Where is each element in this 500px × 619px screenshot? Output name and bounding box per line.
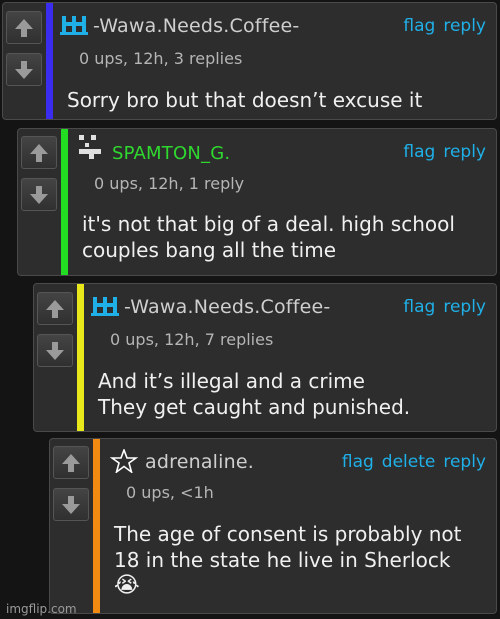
thread-depth-bar: [61, 129, 68, 275]
arrow-up-icon: [30, 143, 48, 162]
body-line: it's not that big of a deal. high school: [82, 212, 455, 236]
comment-body: Sorry bro but that doesn’t excuse it: [67, 87, 422, 113]
comment-meta: 0 ups, 12h, 1 reply: [94, 174, 245, 193]
username-link[interactable]: adrenaline.: [145, 451, 254, 473]
thread-depth-bar: [77, 284, 84, 431]
delete-link[interactable]: delete: [382, 452, 436, 472]
arrow-down-icon: [46, 341, 64, 360]
upvote-button[interactable]: [37, 292, 73, 325]
downvote-button[interactable]: [21, 178, 57, 211]
body-line: 18 in the state he live in Sherlock: [114, 548, 451, 572]
comment-2: SPAMTON_G. 0 ups, 12h, 1 reply flag reply…: [17, 128, 497, 276]
flag-link[interactable]: flag: [342, 452, 374, 472]
comment-3: -Wawa.Needs.Coffee- 0 ups, 12h, 7 replie…: [33, 283, 497, 432]
comment-meta: 0 ups, 12h, 3 replies: [79, 49, 243, 68]
arrow-up-icon: [62, 453, 80, 472]
flag-link[interactable]: flag: [403, 16, 435, 36]
downvote-button[interactable]: [6, 53, 42, 86]
comment-meta: 0 ups, 12h, 7 replies: [110, 330, 274, 349]
castle-glyph-icon[interactable]: [60, 13, 88, 37]
arrow-down-icon: [30, 185, 48, 204]
star-icon[interactable]: [110, 449, 138, 473]
downvote-button[interactable]: [53, 488, 89, 521]
flag-link[interactable]: flag: [403, 142, 435, 162]
arrow-up-icon: [15, 18, 33, 37]
upvote-button[interactable]: [6, 11, 42, 44]
reply-link[interactable]: reply: [443, 297, 486, 317]
body-line: And it’s illegal and a crime: [98, 369, 365, 393]
watermark: imgflip.com: [6, 602, 77, 616]
body-line: Sorry bro but that doesn’t excuse it: [67, 88, 423, 112]
comment-1: -Wawa.Needs.Coffee- 0 ups, 12h, 3 replie…: [2, 2, 497, 120]
reply-link[interactable]: reply: [443, 452, 486, 472]
arrow-down-icon: [15, 60, 33, 79]
castle-glyph-icon[interactable]: [91, 294, 119, 318]
thread-depth-bar: [93, 439, 100, 613]
upvote-button[interactable]: [53, 446, 89, 479]
comment-actions: flag delete reply: [334, 452, 486, 472]
comment-actions: flag reply: [395, 297, 486, 317]
comment-body: it's not that big of a deal. high school…: [82, 211, 455, 263]
arrow-up-icon: [46, 299, 64, 318]
comment-meta: 0 ups, <1h: [126, 483, 214, 502]
body-line: They get caught and punished.: [98, 395, 411, 419]
pixel-face-icon[interactable]: [75, 135, 103, 159]
comment-body: And it’s illegal and a crime They get ca…: [98, 368, 410, 420]
flag-link[interactable]: flag: [403, 297, 435, 317]
username-link[interactable]: SPAMTON_G.: [112, 143, 230, 164]
username-link[interactable]: -Wawa.Needs.Coffee-: [93, 15, 299, 37]
comment-actions: flag reply: [395, 142, 486, 162]
crying-emoji: 😭: [114, 573, 140, 598]
comment-body: The age of consent is probably not 18 in…: [114, 521, 462, 599]
reply-link[interactable]: reply: [443, 16, 486, 36]
thread-depth-bar: [46, 3, 53, 119]
reply-link[interactable]: reply: [443, 142, 486, 162]
upvote-button[interactable]: [21, 136, 57, 169]
arrow-down-icon: [62, 495, 80, 514]
comment-actions: flag reply: [395, 16, 486, 36]
downvote-button[interactable]: [37, 334, 73, 367]
body-line: couples bang all the time: [82, 238, 337, 262]
comment-4: adrenaline. 0 ups, <1h flag delete reply T…: [49, 438, 497, 614]
username-link[interactable]: -Wawa.Needs.Coffee-: [124, 296, 330, 318]
body-line: The age of consent is probably not: [114, 522, 462, 546]
